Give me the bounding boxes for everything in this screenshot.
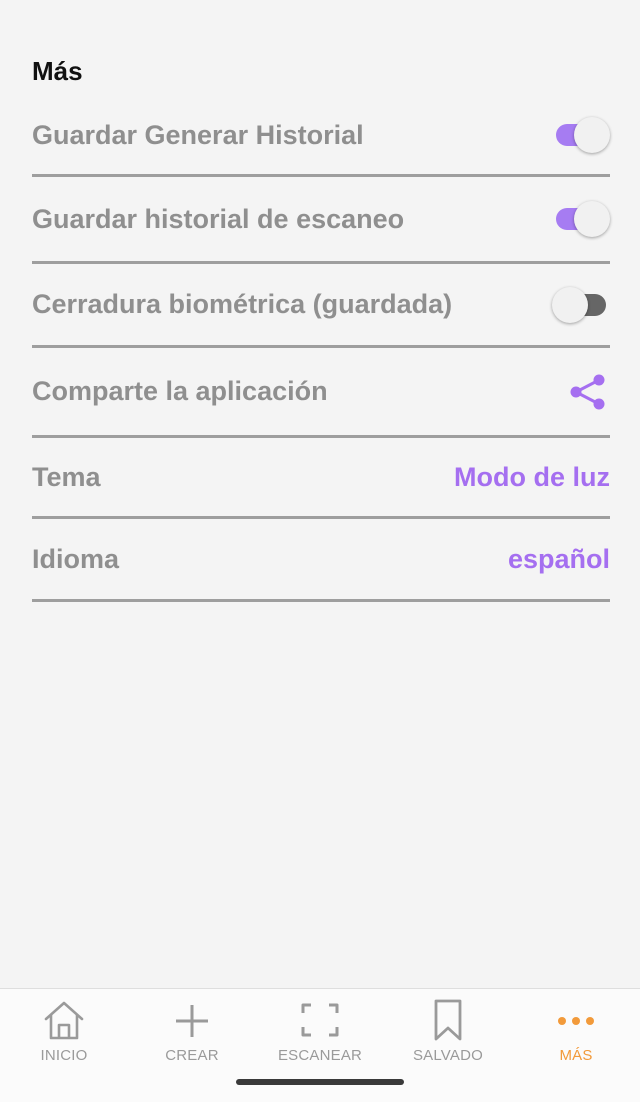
setting-theme[interactable]: Tema Modo de luz	[32, 438, 610, 519]
setting-label: Cerradura biométrica (guardada)	[32, 289, 453, 319]
setting-label: Idioma	[32, 543, 120, 574]
more-screen: Más Guardar Generar Historial Guardar hi…	[0, 0, 640, 1102]
nav-label: MÁS	[559, 1047, 593, 1064]
nav-item-inicio[interactable]: INICIO	[0, 997, 128, 1069]
toggle-thumb	[574, 117, 610, 153]
bookmark-icon	[434, 999, 462, 1041]
share-icon[interactable]	[568, 372, 608, 412]
setting-biometric-lock: Cerradura biométrica (guardada)	[32, 264, 610, 348]
setting-label: Comparte la aplicación	[32, 376, 328, 406]
scan-icon	[301, 1003, 339, 1037]
setting-label: Guardar historial de escaneo	[32, 203, 405, 234]
setting-label: Guardar Generar Historial	[32, 119, 364, 150]
home-icon	[44, 1001, 84, 1040]
toggle-thumb	[574, 201, 610, 237]
nav-label: ESCANEAR	[277, 1047, 363, 1064]
more-icon	[558, 1017, 594, 1025]
save-scan-history-toggle[interactable]	[552, 199, 610, 239]
nav-label: SALVADO	[412, 1047, 484, 1064]
setting-save-scan-history: Guardar historial de escaneo	[32, 177, 610, 264]
toggle-thumb	[552, 286, 588, 323]
settings-list: Guardar Generar Historial Guardar histor…	[32, 96, 610, 602]
page-title: Más	[32, 56, 83, 86]
nav-item-mas[interactable]: MÁS	[512, 997, 640, 1069]
save-generate-history-toggle[interactable]	[552, 115, 610, 155]
setting-share-app[interactable]: Comparte la aplicación	[32, 348, 610, 438]
nav-label: CREAR	[165, 1047, 219, 1064]
plus-icon	[176, 1005, 208, 1037]
setting-language[interactable]: Idioma español	[32, 519, 610, 602]
theme-value[interactable]: Modo de luz	[454, 462, 610, 493]
nav-label: INICIO	[40, 1047, 88, 1064]
setting-save-generate-history: Guardar Generar Historial	[32, 96, 610, 177]
nav-item-salvado[interactable]: SALVADO	[384, 997, 512, 1069]
language-value[interactable]: español	[508, 544, 610, 575]
biometric-lock-toggle[interactable]	[552, 285, 610, 325]
setting-label: Tema	[32, 461, 101, 492]
nav-item-crear[interactable]: CREAR	[128, 997, 256, 1069]
nav-item-escanear[interactable]: ESCANEAR	[256, 997, 384, 1069]
home-indicator[interactable]	[236, 1079, 404, 1085]
